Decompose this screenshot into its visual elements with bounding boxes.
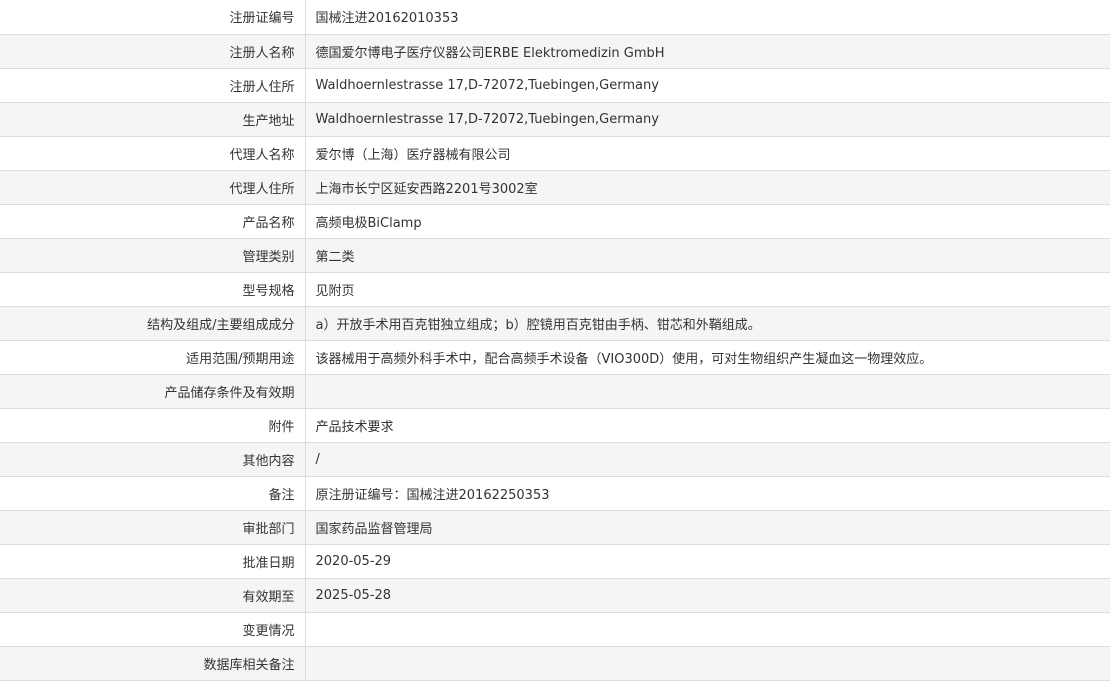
table-row: 结构及组成/主要组成成分 a）开放手术用百克钳独立组成；b）腔镜用百克钳由手柄、… [0,306,1110,341]
field-value [305,646,1110,681]
table-row: 附件 产品技术要求 [0,408,1110,443]
field-label: 其他内容 [0,442,306,477]
table-row: 管理类别 第二类 [0,238,1110,273]
field-value: 2025-05-28 [305,578,1110,613]
field-label: 附件 [0,408,306,443]
table-row: 备注 原注册证编号：国械注进20162250353 [0,476,1110,511]
table-row: 产品储存条件及有效期 [0,374,1110,409]
table-row: 变更情况 [0,612,1110,647]
field-value: 见附页 [305,272,1110,307]
table-row: 批准日期 2020-05-29 [0,544,1110,579]
table-row: 型号规格 见附页 [0,272,1110,307]
field-value: 国械注进20162010353 [305,0,1110,35]
field-label: 管理类别 [0,238,306,273]
field-label: 备注 [0,476,306,511]
field-value: Waldhoernlestrasse 17,D-72072,Tuebingen,… [305,102,1110,137]
field-label: 注册证编号 [0,0,306,35]
table-row: 审批部门 国家药品监督管理局 [0,510,1110,545]
field-label: 注册人名称 [0,34,306,69]
field-value: 2020-05-29 [305,544,1110,579]
table-row: 有效期至 2025-05-28 [0,578,1110,613]
table-row: 数据库相关备注 [0,646,1110,681]
field-value [305,612,1110,647]
field-value [305,374,1110,409]
table-row: 注册证编号 国械注进20162010353 [0,0,1110,35]
field-value: a）开放手术用百克钳独立组成；b）腔镜用百克钳由手柄、钳芯和外鞘组成。 [305,306,1110,341]
field-label: 代理人住所 [0,170,306,205]
field-label: 批准日期 [0,544,306,579]
field-label: 有效期至 [0,578,306,613]
field-label: 变更情况 [0,612,306,647]
table-row: 其他内容 / [0,442,1110,477]
field-label: 型号规格 [0,272,306,307]
table-row: 注册人名称 德国爱尔博电子医疗仪器公司ERBE Elektromedizin G… [0,34,1110,69]
field-label: 数据库相关备注 [0,646,306,681]
table-row: 产品名称 高频电极BiClamp [0,204,1110,239]
field-value: Waldhoernlestrasse 17,D-72072,Tuebingen,… [305,68,1110,103]
field-value: 产品技术要求 [305,408,1110,443]
field-value: 国家药品监督管理局 [305,510,1110,545]
field-value: 该器械用于高频外科手术中，配合高频手术设备（VIO300D）使用，可对生物组织产… [305,340,1110,375]
field-value: 爱尔博（上海）医疗器械有限公司 [305,136,1110,171]
table-row: 代理人住所 上海市长宁区延安西路2201号3002室 [0,170,1110,205]
field-value: / [305,442,1110,477]
field-value: 原注册证编号：国械注进20162250353 [305,476,1110,511]
table-row: 适用范围/预期用途 该器械用于高频外科手术中，配合高频手术设备（VIO300D）… [0,340,1110,375]
field-label: 生产地址 [0,102,306,137]
field-label: 适用范围/预期用途 [0,340,306,375]
registration-detail-table: 注册证编号 国械注进20162010353 注册人名称 德国爱尔博电子医疗仪器公… [0,0,1110,681]
table-row: 注册人住所 Waldhoernlestrasse 17,D-72072,Tueb… [0,68,1110,103]
field-value: 高频电极BiClamp [305,204,1110,239]
field-value: 德国爱尔博电子医疗仪器公司ERBE Elektromedizin GmbH [305,34,1110,69]
field-label: 注册人住所 [0,68,306,103]
field-label: 产品储存条件及有效期 [0,374,306,409]
table-row: 代理人名称 爱尔博（上海）医疗器械有限公司 [0,136,1110,171]
table-row: 生产地址 Waldhoernlestrasse 17,D-72072,Tuebi… [0,102,1110,137]
field-label: 审批部门 [0,510,306,545]
field-label: 结构及组成/主要组成成分 [0,306,306,341]
registration-detail-body: 注册证编号 国械注进20162010353 注册人名称 德国爱尔博电子医疗仪器公… [0,0,1110,681]
field-label: 代理人名称 [0,136,306,171]
field-label: 产品名称 [0,204,306,239]
field-value: 上海市长宁区延安西路2201号3002室 [305,170,1110,205]
field-value: 第二类 [305,238,1110,273]
